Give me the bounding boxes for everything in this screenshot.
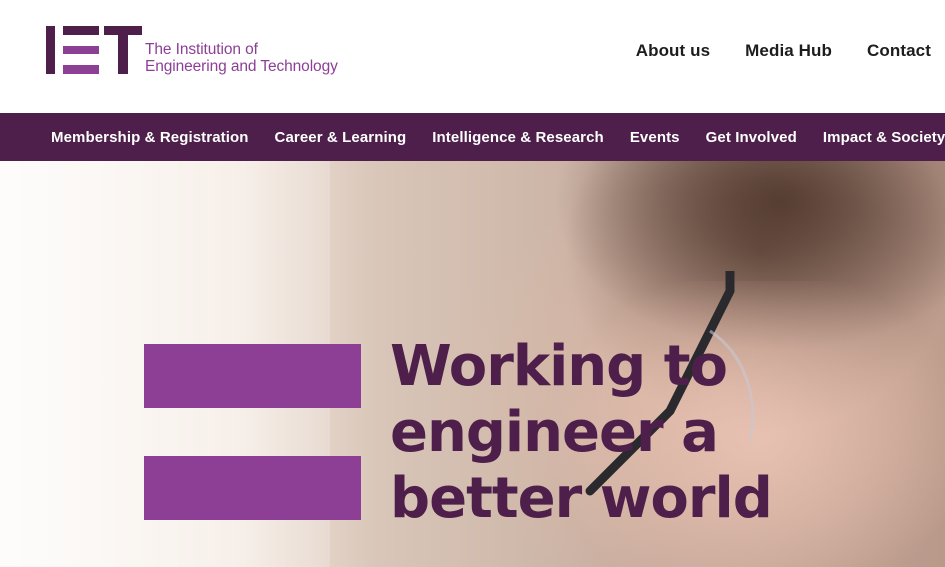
main-navigation: Membership & Registration Career & Learn… bbox=[0, 113, 945, 161]
nav-item-membership-registration[interactable]: Membership & Registration bbox=[51, 129, 249, 146]
hero-headline: Working to engineer a better world bbox=[390, 334, 890, 532]
nav-link-media-hub[interactable]: Media Hub bbox=[745, 41, 832, 61]
hero-accent-bar-top bbox=[144, 344, 361, 408]
nav-item-get-involved[interactable]: Get Involved bbox=[706, 129, 797, 146]
hero-headline-line1: Working to bbox=[390, 334, 728, 399]
hero-banner: Working to engineer a better world bbox=[0, 161, 945, 567]
logo-text-line1: The Institution of bbox=[145, 41, 258, 58]
nav-link-contact[interactable]: Contact bbox=[867, 41, 931, 61]
nav-item-events[interactable]: Events bbox=[630, 129, 680, 146]
nav-item-intelligence-research[interactable]: Intelligence & Research bbox=[432, 129, 604, 146]
logo-text-line2: Engineering and Technology bbox=[145, 58, 338, 75]
site-header: The Institution of Engineering and Techn… bbox=[0, 0, 945, 113]
logo-wordmark: The Institution of Engineering and Techn… bbox=[145, 41, 338, 75]
nav-item-impact-society[interactable]: Impact & Society bbox=[823, 129, 945, 146]
utility-nav: About us Media Hub Contact bbox=[636, 41, 931, 61]
nav-link-about-us[interactable]: About us bbox=[636, 41, 710, 61]
hero-headline-line2: engineer a bbox=[390, 400, 719, 465]
iet-logo[interactable]: The Institution of Engineering and Techn… bbox=[46, 26, 366, 76]
nav-item-career-learning[interactable]: Career & Learning bbox=[275, 129, 407, 146]
iet-logo-mark-icon bbox=[46, 26, 142, 74]
hero-accent-bar-bottom bbox=[144, 456, 361, 520]
hero-headline-line3: better world bbox=[390, 466, 773, 531]
